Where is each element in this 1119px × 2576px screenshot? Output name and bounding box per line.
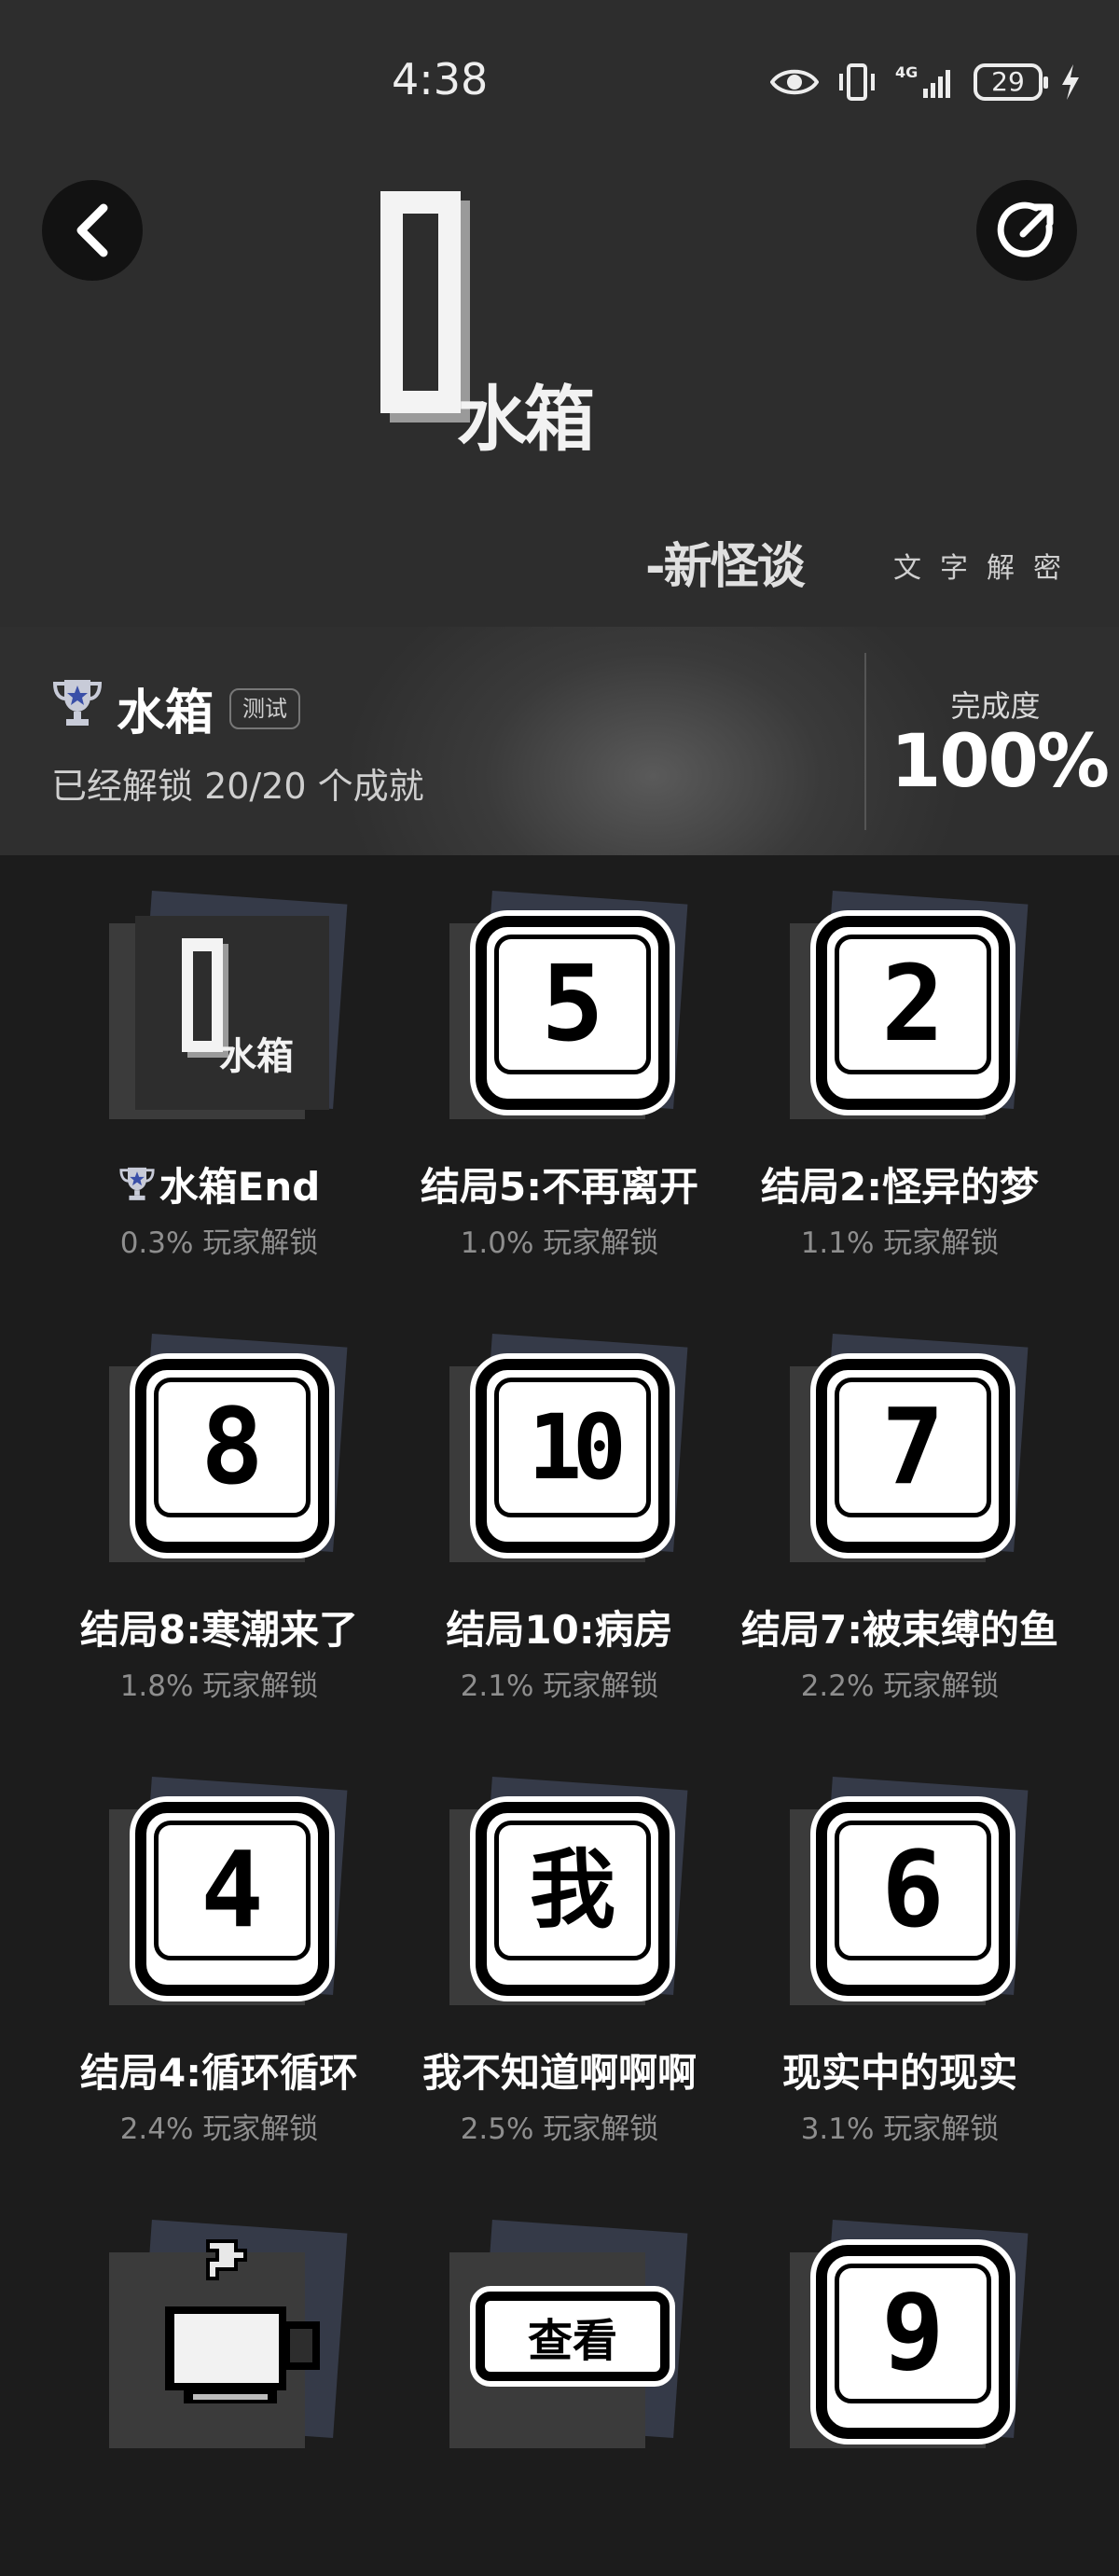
achievement-tile: 我: [449, 1776, 688, 2007]
achievement-unlock-rate: 0.3% 玩家解锁: [119, 1226, 319, 1260]
achievement-item[interactable]: 7 结局7:被束缚的鱼 2.2% 玩家解锁: [732, 1298, 1068, 1703]
status-icons: 4G 29: [770, 58, 1082, 106]
achievement-title: 结局10:病房: [446, 1607, 673, 1653]
achievement-summary: 水箱 测试 已经解锁 20/20 个成就 完成度 100%: [0, 627, 1119, 855]
game-header: 4:38 4G 29 水箱 -新怪谈 文字解密: [0, 0, 1119, 627]
unlock-count: 已经解锁 20/20 个成就: [51, 766, 424, 807]
achievement-unlock-rate: 1.0% 玩家解锁: [460, 1226, 659, 1260]
back-arrow-icon: [76, 203, 108, 257]
status-time: 4:38: [392, 54, 489, 104]
achievement-tile: 2: [790, 890, 1029, 1121]
achievement-tile: 5: [449, 890, 688, 1121]
trophy-icon: [52, 680, 103, 726]
achievement-item[interactable]: 9: [732, 2184, 1068, 2576]
achievement-item[interactable]: 4 结局4:循环循环 2.4% 玩家解锁: [51, 1741, 387, 2146]
achievement-title: 结局8:寒潮来了: [79, 1607, 359, 1653]
game-name: 水箱: [117, 686, 214, 741]
battery-icon: 29: [974, 63, 1048, 101]
logo-text: 水箱: [457, 378, 595, 461]
game-logo-tile: 水箱: [135, 916, 329, 1110]
achievement-unlock-rate: 2.2% 玩家解锁: [800, 1669, 1000, 1703]
trophy-icon: [119, 1167, 155, 1200]
achievement-title: 我不知道啊啊啊: [421, 2050, 697, 2096]
achievement-title: 结局5:不再离开: [420, 1164, 699, 1210]
achievement-item[interactable]: 5 结局5:不再离开 1.0% 玩家解锁: [392, 855, 727, 1260]
divider: [864, 653, 866, 830]
achievement-title: 现实中的现实: [781, 2050, 1017, 2096]
achievement-unlock-rate: 2.5% 玩家解锁: [460, 2112, 659, 2146]
vibrate-icon: [839, 63, 875, 101]
achievement-tile: 8: [109, 1333, 348, 1564]
achievement-unlock-rate: 1.1% 玩家解锁: [800, 1226, 1000, 1260]
achievement-title: 结局2:怪异的梦: [760, 1164, 1040, 1210]
eye-icon: [770, 69, 819, 95]
achievement-item[interactable]: 6 现实中的现实 3.1% 玩家解锁: [732, 1741, 1068, 2146]
achievement-item[interactable]: 我 我不知道啊啊啊 2.5% 玩家解锁: [392, 1741, 727, 2146]
achievement-item[interactable]: [51, 2184, 387, 2576]
achievement-title: 水箱End: [51, 1156, 387, 1212]
share-icon: [997, 201, 1054, 257]
achievement-tile: 10: [449, 1333, 688, 1564]
achievement-unlock-rate: 1.8% 玩家解锁: [119, 1669, 319, 1703]
game-logo-icon: [182, 938, 228, 1058]
achievement-tile: 9: [790, 2219, 1029, 2450]
achievement-item[interactable]: 查看: [392, 2184, 727, 2576]
completion-value: 100%: [891, 720, 1110, 804]
achievement-grid: 水箱 水箱End 0.3% 玩家解锁 5 结局5:不再离开 1.0% 玩家解锁 …: [0, 855, 1119, 2462]
test-tag: 测试: [229, 688, 300, 729]
achievement-tile: 水箱: [109, 890, 348, 1121]
share-button[interactable]: [976, 180, 1077, 281]
achievement-item[interactable]: 10 结局10:病房 2.1% 玩家解锁: [392, 1298, 727, 1703]
achievement-tile: [109, 2219, 348, 2450]
achievement-tile: 4: [109, 1776, 348, 2007]
achievement-tile: 6: [790, 1776, 1029, 2007]
achievement-unlock-rate: 2.1% 玩家解锁: [460, 1669, 659, 1703]
charging-bolt-icon: [1062, 64, 1079, 100]
achievement-unlock-rate: 3.1% 玩家解锁: [800, 2112, 1000, 2146]
back-button[interactable]: [42, 180, 143, 281]
achievement-title: 结局7:被束缚的鱼: [740, 1607, 1059, 1653]
brand-text: -新怪谈: [645, 539, 806, 595]
achievement-tile: 查看: [449, 2219, 688, 2450]
svg-text:4G: 4G: [895, 63, 918, 81]
brand-subtitle: 文字解密: [893, 552, 1080, 585]
achievement-title: 结局4:循环循环: [79, 2050, 359, 2096]
achievement-tile: 7: [790, 1333, 1029, 1564]
achievement-item[interactable]: 水箱 水箱End 0.3% 玩家解锁: [51, 855, 387, 1260]
coffee-cup-icon: [165, 2239, 320, 2403]
view-button-tile: 查看: [476, 2292, 670, 2381]
signal-icon: 4G: [895, 63, 950, 98]
achievement-item[interactable]: 8 结局8:寒潮来了 1.8% 玩家解锁: [51, 1298, 387, 1703]
achievement-unlock-rate: 2.4% 玩家解锁: [119, 2112, 319, 2146]
achievement-item[interactable]: 2 结局2:怪异的梦 1.1% 玩家解锁: [732, 855, 1068, 1260]
